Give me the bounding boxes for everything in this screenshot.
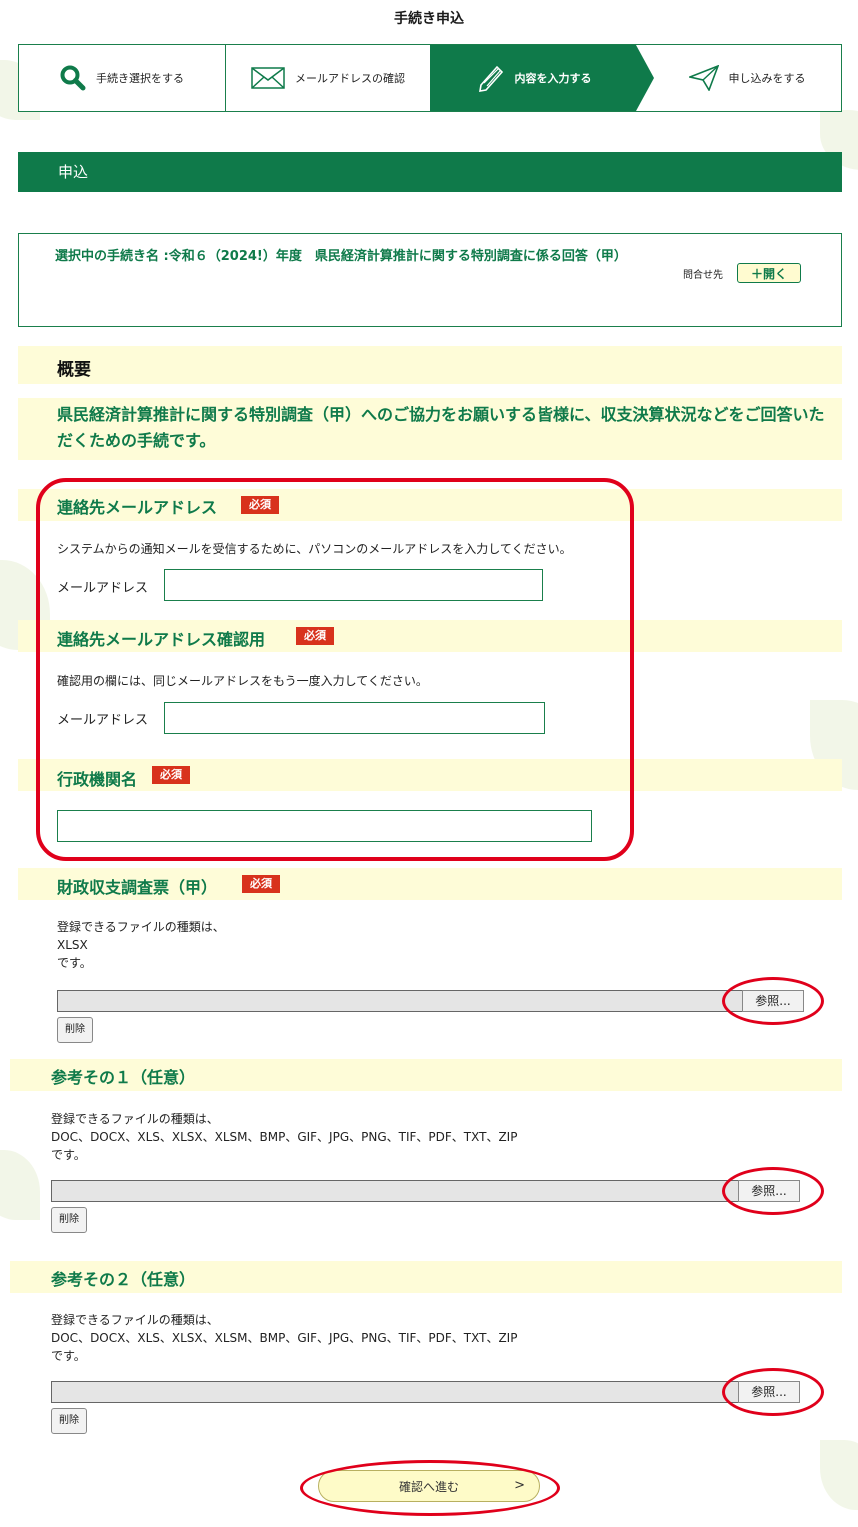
file1-types-info: 登録できるファイルの種類は、 XLSX です。: [57, 920, 225, 970]
file2-types: DOC、DOCX、XLS、XLSX、XLSM、BMP、GIF、JPG、PNG、T…: [51, 1130, 518, 1144]
contact-label: 問合せ先: [683, 270, 723, 281]
overview-description: 県民経済計算推計に関する特別調査（甲）へのご協力をお願いする皆様に、収支決算状況…: [57, 405, 825, 450]
annotation-highlight-circle: [722, 977, 824, 1025]
file3-types-info: 登録できるファイルの種類は、 DOC、DOCX、XLS、XLSX、XLSM、BM…: [51, 1313, 518, 1363]
leaf-decoration: [0, 1150, 40, 1220]
file1-delete-button[interactable]: 削除: [57, 1017, 93, 1043]
file3-types: DOC、DOCX、XLS、XLSX、XLSM、BMP、GIF、JPG、PNG、T…: [51, 1331, 518, 1345]
procedure-name: 選択中の手続き名 :令和６（2024!）年度 県民経済計算推計に関する特別調査に…: [55, 249, 627, 264]
step-enter-content: 内容を入力する: [430, 45, 654, 111]
file2-title: 参考その１（任意）: [51, 1068, 196, 1087]
overview-title: 概要: [57, 360, 91, 380]
file3-delete-button[interactable]: 削除: [51, 1408, 87, 1434]
step-submit: 申し込みをする: [636, 45, 840, 111]
step-label: 申し込みをする: [728, 72, 806, 85]
open-contact-button[interactable]: ＋開く: [737, 263, 801, 283]
file3-title: 参考その２（任意）: [51, 1270, 196, 1289]
file1-field[interactable]: [57, 990, 745, 1012]
annotation-highlight-circle: [722, 1167, 824, 1215]
file2-types-info: 登録できるファイルの種類は、 DOC、DOCX、XLS、XLSX、XLSM、BM…: [51, 1112, 518, 1162]
annotation-highlight-box: [36, 478, 634, 861]
page-title: 手続き申込: [394, 11, 464, 27]
section-header: 申込: [18, 152, 842, 192]
step-label: 手続き選択をする: [96, 72, 184, 85]
step-email-confirm: メールアドレスの確認: [226, 45, 430, 111]
required-badge: 必須: [242, 875, 280, 893]
overview-band: [18, 346, 842, 384]
file3-field[interactable]: [51, 1381, 739, 1403]
pencil-icon: [475, 63, 505, 93]
annotation-highlight-circle: [722, 1368, 824, 1416]
annotation-highlight-circle: [300, 1460, 560, 1516]
step-select-procedure: 手続き選択をする: [19, 45, 226, 111]
file1-types: XLSX: [57, 938, 88, 952]
search-icon: [60, 65, 86, 91]
step-label: 内容を入力する: [514, 72, 592, 85]
file1-title: 財政収支調査票（甲）: [57, 878, 218, 897]
progress-steps: 手続き選択をする メールアドレスの確認 内容を入力する 申し込みをする: [18, 44, 842, 112]
step-label: メールアドレスの確認: [295, 72, 405, 85]
send-icon: [688, 65, 719, 91]
file2-delete-button[interactable]: 削除: [51, 1207, 87, 1233]
mail-icon: [251, 67, 285, 89]
file2-field[interactable]: [51, 1180, 739, 1202]
leaf-decoration: [820, 1440, 858, 1510]
